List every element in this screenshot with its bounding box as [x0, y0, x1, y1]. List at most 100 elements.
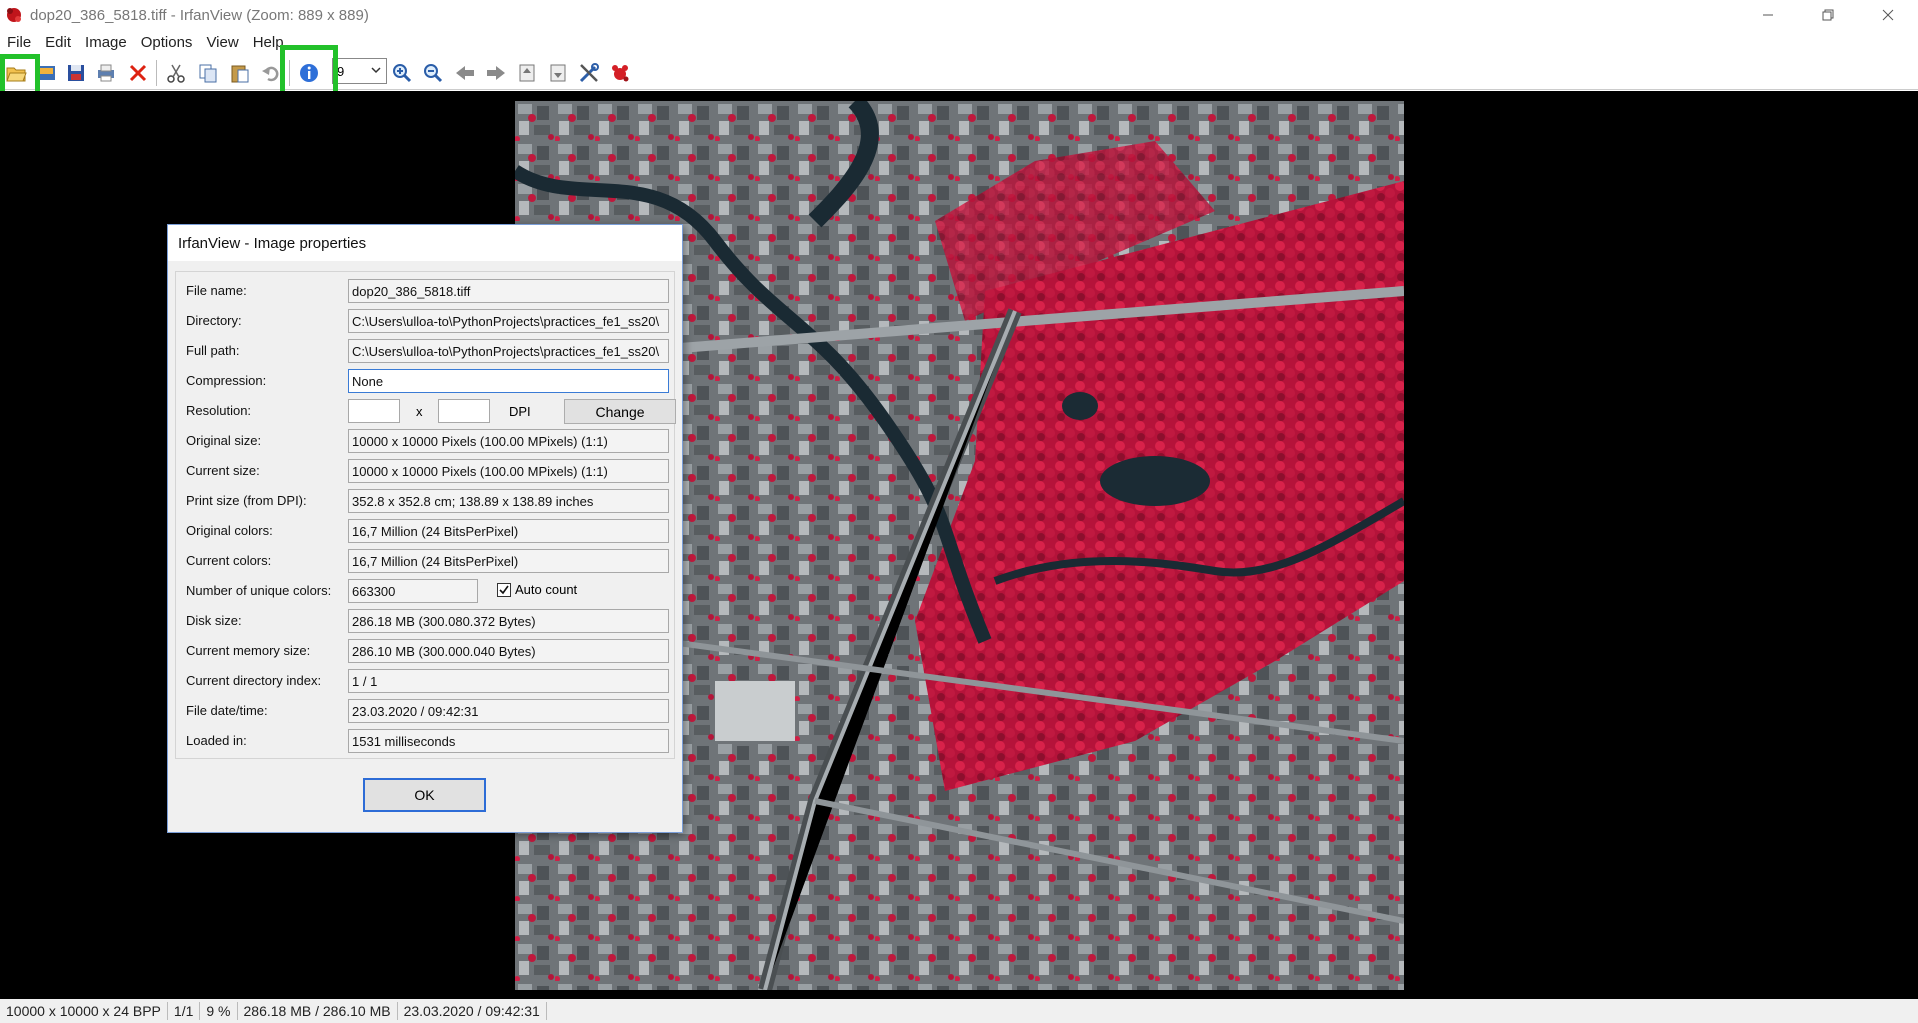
ok-button[interactable]: OK: [363, 778, 486, 812]
disk-size-field[interactable]: 286.18 MB (300.080.372 Bytes): [348, 609, 669, 633]
menu-image[interactable]: Image: [78, 34, 134, 51]
minimize-button[interactable]: [1738, 0, 1798, 30]
compression-field[interactable]: None: [348, 369, 669, 393]
save-icon: [68, 65, 84, 81]
close-icon: [1882, 9, 1894, 21]
label-current-size: Current size:: [186, 463, 260, 478]
current-size-field[interactable]: 10000 x 10000 Pixels (100.00 MPixels) (1…: [348, 459, 669, 483]
about-button[interactable]: [607, 60, 633, 86]
chevron-down-icon: [371, 67, 381, 74]
status-date: 23.03.2020 / 09:42:31: [398, 1002, 547, 1020]
label-directory-index: Current directory index:: [186, 673, 322, 688]
label-full-path: Full path:: [186, 343, 240, 358]
previous-icon: [456, 66, 474, 80]
delete-icon: [129, 64, 147, 82]
cut-icon: [167, 64, 185, 83]
auto-count-label: Auto count: [515, 582, 578, 597]
status-page: 1/1: [168, 1002, 201, 1020]
memory-size-field[interactable]: 286.10 MB (300.000.040 Bytes): [348, 639, 669, 663]
label-compression: Compression:: [186, 373, 267, 388]
save-button[interactable]: [63, 60, 89, 86]
print-button[interactable]: [93, 60, 119, 86]
paste-button[interactable]: [227, 60, 253, 86]
properties-frame: File name: dop20_386_5818.tiff Directory…: [175, 271, 676, 759]
toolbar-separator: [156, 60, 157, 86]
first-page-button[interactable]: [514, 60, 540, 86]
row-unique-colors: Number of unique colors: 663300 Auto cou…: [176, 578, 676, 604]
menu-file[interactable]: File: [0, 34, 38, 51]
label-original-colors: Original colors:: [186, 523, 273, 538]
next-button[interactable]: [483, 60, 509, 86]
row-print-size: Print size (from DPI): 352.8 x 352.8 cm;…: [176, 488, 676, 514]
checkbox-box[interactable]: [497, 582, 511, 597]
status-bar: 10000 x 10000 x 24 BPP 1/1 9 % 286.18 MB…: [0, 999, 1918, 1023]
resolution-y-input[interactable]: [438, 399, 490, 423]
row-file-name: File name: dop20_386_5818.tiff: [176, 278, 676, 304]
print-size-field[interactable]: 352.8 x 352.8 cm; 138.89 x 138.89 inches: [348, 489, 669, 513]
zoom-in-button[interactable]: [389, 60, 415, 86]
status-size: 286.18 MB / 286.10 MB: [238, 1002, 398, 1020]
label-disk-size: Disk size:: [186, 613, 242, 628]
auto-count-checkbox[interactable]: Auto count: [497, 582, 577, 597]
full-path-field[interactable]: C:\Users\ulloa-to\PythonProjects\practic…: [348, 339, 669, 363]
row-original-colors: Original colors: 16,7 Million (24 BitsPe…: [176, 518, 676, 544]
label-file-name: File name:: [186, 283, 247, 298]
label-loaded-in: Loaded in:: [186, 733, 247, 748]
row-file-date: File date/time: 23.03.2020 / 09:42:31: [176, 698, 676, 724]
first-page-icon: [519, 64, 535, 82]
directory-index-field[interactable]: 1 / 1: [348, 669, 669, 693]
resolution-unit: DPI: [509, 404, 531, 419]
copy-icon: [199, 64, 217, 83]
directory-field[interactable]: C:\Users\ulloa-to\PythonProjects\practic…: [348, 309, 669, 333]
zoom-value: 9: [337, 63, 345, 79]
menu-options[interactable]: Options: [134, 34, 200, 51]
last-page-icon: [550, 64, 566, 82]
delete-button[interactable]: [125, 60, 151, 86]
loaded-in-field[interactable]: 1531 milliseconds: [348, 729, 669, 753]
label-memory-size: Current memory size:: [186, 643, 311, 658]
unique-colors-field[interactable]: 663300: [348, 579, 478, 603]
row-original-size: Original size: 10000 x 10000 Pixels (100…: [176, 428, 676, 454]
label-current-colors: Current colors:: [186, 553, 272, 568]
zoom-in-icon: [393, 64, 412, 83]
label-file-date: File date/time:: [186, 703, 268, 718]
next-icon: [487, 66, 505, 80]
file-name-field[interactable]: dop20_386_5818.tiff: [348, 279, 669, 303]
current-colors-field[interactable]: 16,7 Million (24 BitsPerPixel): [348, 549, 669, 573]
status-image-info: 10000 x 10000 x 24 BPP: [0, 1002, 168, 1020]
row-resolution: Resolution: x DPI Change: [176, 398, 676, 424]
checkmark-icon: [499, 585, 509, 594]
settings-button[interactable]: [576, 60, 602, 86]
change-button[interactable]: Change: [564, 399, 676, 424]
zoom-combobox[interactable]: 9: [332, 58, 387, 84]
row-current-colors: Current colors: 16,7 Million (24 BitsPer…: [176, 548, 676, 574]
resolution-x-input[interactable]: [348, 399, 400, 423]
restore-icon: [1822, 9, 1834, 21]
row-directory-index: Current directory index: 1 / 1: [176, 668, 676, 694]
label-resolution: Resolution:: [186, 403, 252, 418]
irfanview-icon: [612, 65, 629, 82]
menu-view[interactable]: View: [199, 34, 245, 51]
row-current-size: Current size: 10000 x 10000 Pixels (100.…: [176, 458, 676, 484]
label-print-size: Print size (from DPI):: [186, 493, 307, 508]
label-unique-colors: Number of unique colors:: [186, 583, 332, 598]
cut-button[interactable]: [163, 60, 189, 86]
menu-edit[interactable]: Edit: [38, 34, 78, 51]
last-page-button[interactable]: [545, 60, 571, 86]
row-full-path: Full path: C:\Users\ulloa-to\PythonProje…: [176, 338, 676, 364]
window-title: dop20_386_5818.tiff - IrfanView (Zoom: 8…: [30, 6, 369, 24]
original-colors-field[interactable]: 16,7 Million (24 BitsPerPixel): [348, 519, 669, 543]
resolution-separator: x: [416, 404, 423, 419]
zoom-out-button[interactable]: [420, 60, 446, 86]
file-date-field[interactable]: 23.03.2020 / 09:42:31: [348, 699, 669, 723]
original-size-field[interactable]: 10000 x 10000 Pixels (100.00 MPixels) (1…: [348, 429, 669, 453]
row-directory: Directory: C:\Users\ulloa-to\PythonProje…: [176, 308, 676, 334]
print-icon: [98, 64, 114, 82]
copy-button[interactable]: [195, 60, 221, 86]
close-button[interactable]: [1858, 0, 1918, 30]
restore-button[interactable]: [1798, 0, 1858, 30]
previous-button[interactable]: [452, 60, 478, 86]
row-disk-size: Disk size: 286.18 MB (300.080.372 Bytes): [176, 608, 676, 634]
image-properties-dialog: IrfanView - Image properties File name: …: [167, 224, 683, 833]
dialog-title: IrfanView - Image properties: [168, 225, 682, 261]
